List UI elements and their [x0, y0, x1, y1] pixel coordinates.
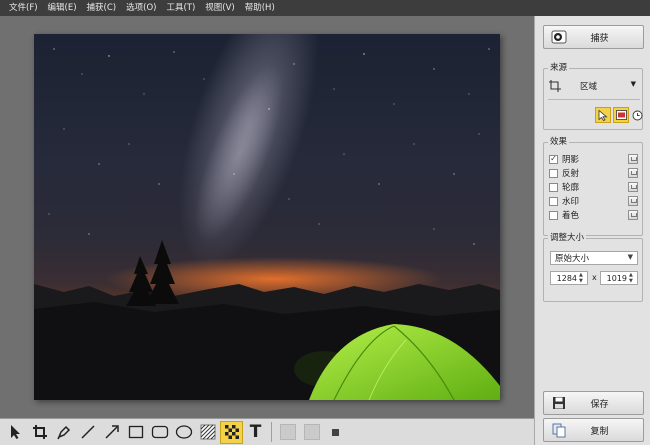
effect-outline-row: 轮廓 — [544, 180, 642, 194]
menu-file[interactable]: 文件(F) — [4, 0, 43, 16]
spinner-arrows-icon[interactable]: ▲ ▼ — [629, 272, 636, 284]
tool-select[interactable] — [4, 421, 27, 444]
text-icon: T — [249, 422, 262, 442]
source-mode-label: 区域 — [580, 82, 598, 92]
effect-shadow-checkbox[interactable]: ✓ — [549, 154, 558, 164]
hatch-icon — [200, 424, 215, 440]
effect-watermark-row: 水印 — [544, 194, 642, 208]
right-sidebar: 捕获 来源 区域 ▼ 效果 ✓ 阴影 反射 轮廓 水印 着色 调整大小 原始大小… — [534, 16, 650, 445]
effect-reflection-row: 反射 — [544, 166, 642, 180]
source-divider — [548, 99, 640, 100]
line-width-icon — [332, 428, 339, 436]
resize-height-input[interactable]: 1019 ▲ ▼ — [600, 271, 638, 285]
menu-tools[interactable]: 工具(T) — [161, 0, 200, 16]
effect-reflection-settings-button[interactable] — [628, 168, 638, 178]
ellipse-icon — [175, 425, 192, 439]
region-crop-icon — [549, 80, 561, 92]
resize-separator: x — [592, 273, 597, 282]
tool-hatch[interactable] — [196, 421, 219, 444]
crop-icon — [32, 425, 47, 439]
source-mode-select[interactable]: 区域 ▼ — [548, 78, 640, 94]
resize-width-input[interactable]: 1284 ▲ ▼ — [550, 271, 588, 285]
arrow-line-icon — [104, 425, 119, 439]
effect-watermark-settings-button[interactable] — [628, 196, 638, 206]
effect-outline-settings-button[interactable] — [628, 182, 638, 192]
source-group-title: 来源 — [548, 63, 570, 74]
effect-reflection-checkbox[interactable] — [549, 168, 558, 178]
captured-image[interactable] — [34, 34, 500, 400]
capture-button-label: 捕获 — [590, 33, 609, 44]
floppy-disk-icon — [550, 394, 568, 412]
checker-icon — [224, 425, 239, 439]
source-timer-button[interactable] — [631, 107, 643, 123]
resize-width-value: 1284 — [556, 273, 577, 283]
menu-capture[interactable]: 捕获(C) — [82, 0, 122, 16]
save-button-label: 保存 — [590, 399, 609, 410]
resize-mode-label: 原始大小 — [555, 254, 590, 264]
tool-rounded-rectangle[interactable] — [148, 421, 171, 444]
copy-icon — [550, 421, 568, 439]
effect-tint-label: 着色 — [562, 211, 580, 221]
capture-icon — [550, 28, 568, 46]
effect-tint-row: 着色 — [544, 208, 642, 222]
spinner-arrows-icon[interactable]: ▲ ▼ — [579, 272, 586, 284]
tool-ellipse[interactable] — [172, 421, 195, 444]
rounded-rectangle-icon — [151, 425, 168, 439]
effect-shadow-label: 阴影 — [562, 155, 580, 165]
tool-text[interactable]: T — [244, 421, 267, 444]
tool-pixelate[interactable] — [220, 420, 243, 444]
tool-arrow[interactable] — [100, 421, 123, 444]
tool-pen[interactable] — [52, 421, 75, 444]
line-icon — [80, 425, 95, 439]
effect-watermark-checkbox[interactable] — [549, 196, 558, 206]
resize-group-title: 调整大小 — [548, 233, 587, 244]
window-icon — [615, 110, 627, 120]
menu-help[interactable]: 帮助(H) — [240, 0, 280, 16]
toolbar-separator — [271, 422, 272, 442]
resize-group: 调整大小 原始大小 ▼ 1284 ▲ ▼ x 1019 ▲ ▼ — [543, 233, 643, 302]
timer-icon — [632, 110, 642, 120]
tool-fill-color[interactable] — [276, 421, 299, 444]
night-sky-tent-image — [34, 34, 500, 400]
effect-reflection-label: 反射 — [562, 169, 580, 179]
source-group: 来源 区域 ▼ — [543, 63, 643, 130]
resize-height-value: 1019 — [606, 273, 627, 283]
color-swatch-icon — [303, 424, 320, 440]
chevron-down-icon: ▼ — [630, 80, 636, 88]
canvas-area[interactable] — [0, 16, 534, 418]
copy-button-label: 复制 — [590, 426, 609, 437]
menu-bar: 文件(F) 编辑(E) 捕获(C) 选项(O) 工具(T) 视图(V) 帮助(H… — [0, 0, 650, 16]
color-swatch-icon — [279, 424, 296, 440]
arrow-pointer-icon — [10, 425, 20, 439]
tool-line-color[interactable] — [300, 421, 323, 444]
rectangle-icon — [128, 425, 143, 439]
tool-line-width[interactable] — [324, 421, 347, 444]
tool-crop[interactable] — [28, 421, 51, 444]
tool-rectangle[interactable] — [124, 421, 147, 444]
effect-tint-checkbox[interactable] — [549, 210, 558, 220]
effect-watermark-label: 水印 — [562, 197, 580, 207]
save-button[interactable]: 保存 — [543, 391, 644, 415]
menu-options[interactable]: 选项(O) — [121, 0, 161, 16]
effect-shadow-row: ✓ 阴影 — [544, 152, 642, 166]
chevron-down-icon: ▼ — [627, 253, 633, 261]
effect-outline-checkbox[interactable] — [549, 182, 558, 192]
capture-button[interactable]: 捕获 — [543, 25, 644, 49]
effect-outline-label: 轮廓 — [562, 183, 580, 193]
effects-group: 效果 ✓ 阴影 反射 轮廓 水印 着色 — [543, 137, 643, 236]
drawing-toolbar: T — [0, 418, 534, 445]
tool-line[interactable] — [76, 421, 99, 444]
resize-mode-select[interactable]: 原始大小 ▼ — [550, 251, 638, 265]
menu-view[interactable]: 视图(V) — [200, 0, 239, 16]
source-window-button[interactable] — [613, 107, 629, 123]
effect-tint-settings-button[interactable] — [628, 210, 638, 220]
menu-edit[interactable]: 编辑(E) — [43, 0, 82, 16]
effects-group-title: 效果 — [548, 137, 570, 148]
cursor-icon — [598, 109, 608, 121]
copy-button[interactable]: 复制 — [543, 418, 644, 442]
pen-icon — [56, 425, 70, 440]
effect-shadow-settings-button[interactable] — [628, 154, 638, 164]
source-pointer-button[interactable] — [595, 107, 611, 123]
